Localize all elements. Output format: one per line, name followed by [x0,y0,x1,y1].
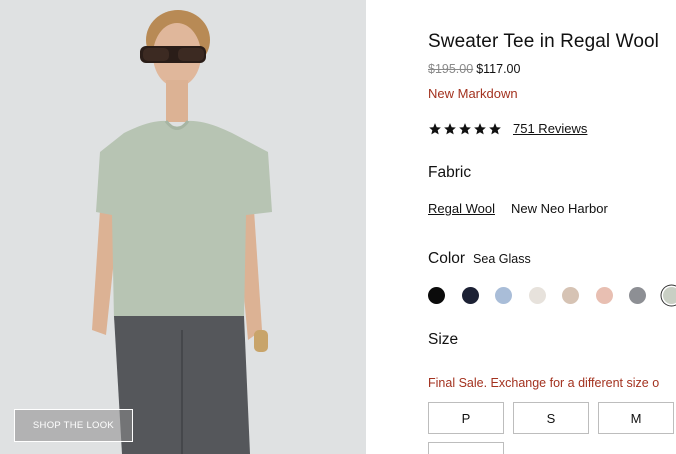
size-option-m[interactable]: M [598,402,674,434]
price: $195.00 $117.00 [428,62,520,76]
star-icon [474,122,486,134]
model-photo [0,0,366,454]
color-swatch[interactable] [461,287,479,304]
product-image[interactable]: SHOP THE LOOK [0,0,366,454]
star-icon [459,122,471,134]
size-option-xxl[interactable]: XXL [428,442,504,454]
reviews-link[interactable]: 751 Reviews [513,121,587,136]
fabric-option-new-neo-harbor[interactable]: New Neo Harbor [511,201,608,216]
rating-stars [428,122,502,136]
color-swatch[interactable] [428,287,445,304]
color-swatch[interactable] [562,287,579,304]
star-icon [429,122,441,134]
color-row: Color Sea Glass [428,250,531,268]
fabric-option-regal-wool[interactable]: Regal Wool [428,201,495,216]
final-sale-notice: Final Sale. Exchange for a different siz… [428,376,660,390]
product-details: Sweater Tee in Regal Wool $195.00 $117.00… [428,0,676,454]
fabric-label: Fabric [428,164,472,181]
color-swatch[interactable] [495,287,512,304]
color-swatch[interactable] [528,287,546,304]
original-price: $195.00 [428,62,474,76]
product-title: Sweater Tee in Regal Wool [428,31,659,52]
selected-color-name: Sea Glass [473,252,531,266]
color-swatches [428,287,676,304]
sale-price: $117.00 [476,62,521,76]
size-option-s[interactable]: S [513,402,589,434]
fabric-options: Regal Wool New Neo Harbor [428,201,608,216]
star-icon [489,122,501,134]
color-swatch[interactable] [629,287,646,304]
size-label: Size [428,331,459,348]
star-icon [444,122,456,134]
color-label: Color [428,250,466,267]
color-swatch[interactable] [595,287,613,304]
shop-the-look-button[interactable]: SHOP THE LOOK [14,409,133,442]
size-option-p[interactable]: P [428,402,504,434]
markdown-badge: New Markdown [428,86,518,101]
rating: 751 Reviews [428,121,587,136]
color-swatch[interactable] [662,287,676,304]
